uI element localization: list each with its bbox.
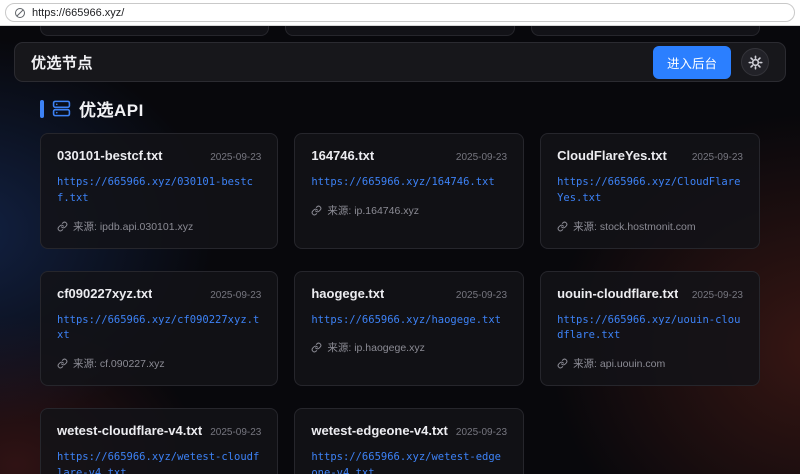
header-actions: 进入后台 — [653, 46, 769, 79]
api-file-card: wetest-edgeone-v4.txt 2025-09-23 https:/… — [294, 408, 524, 474]
file-date: 2025-09-23 — [692, 290, 743, 301]
api-file-card: uouin-cloudflare.txt 2025-09-23 https://… — [540, 271, 760, 387]
partial-card — [285, 26, 514, 36]
file-date: 2025-09-23 — [210, 427, 261, 438]
api-card-grid: 030101-bestcf.txt 2025-09-23 https://665… — [0, 121, 800, 474]
settings-button[interactable] — [741, 48, 769, 76]
card-source: 来源: api.uouin.com — [557, 356, 743, 371]
card-head: CloudFlareYes.txt 2025-09-23 — [557, 148, 743, 163]
file-name: wetest-edgeone-v4.txt — [311, 423, 448, 438]
page-title: 优选节点 — [31, 52, 93, 73]
page-header: 优选节点 进入后台 — [14, 42, 786, 82]
link-icon — [557, 221, 568, 232]
card-head: 164746.txt 2025-09-23 — [311, 148, 507, 163]
file-name: uouin-cloudflare.txt — [557, 286, 678, 301]
file-source: 来源: ip.164746.xyz — [327, 203, 419, 218]
file-name: 030101-bestcf.txt — [57, 148, 163, 163]
file-source: 来源: api.uouin.com — [573, 356, 665, 371]
server-stack-icon — [52, 99, 71, 118]
file-url-link[interactable]: https://665966.xyz/haogege.txt — [311, 313, 507, 329]
file-url-link[interactable]: https://665966.xyz/wetest-edgeone-v4.txt — [311, 450, 507, 474]
card-head: cf090227xyz.txt 2025-09-23 — [57, 286, 261, 301]
page-body: 优选节点 进入后台 — [0, 26, 800, 474]
file-url-link[interactable]: https://665966.xyz/164746.txt — [311, 175, 507, 191]
file-date: 2025-09-23 — [456, 290, 507, 301]
card-head: haogege.txt 2025-09-23 — [311, 286, 507, 301]
card-head: uouin-cloudflare.txt 2025-09-23 — [557, 286, 743, 301]
file-url-link[interactable]: https://665966.xyz/030101-bestcf.txt — [57, 175, 261, 207]
card-source: 来源: ipdb.api.030101.xyz — [57, 219, 261, 234]
file-url-link[interactable]: https://665966.xyz/CloudFlareYes.txt — [557, 175, 743, 207]
partial-card-row — [0, 26, 800, 36]
file-name: 164746.txt — [311, 148, 374, 163]
link-icon — [557, 358, 568, 369]
file-name: wetest-cloudflare-v4.txt — [57, 423, 202, 438]
partial-card — [40, 26, 269, 36]
file-url-link[interactable]: https://665966.xyz/uouin-cloudflare.txt — [557, 313, 743, 345]
link-icon — [311, 205, 322, 216]
card-source: 来源: stock.hostmonit.com — [557, 219, 743, 234]
file-date: 2025-09-23 — [456, 152, 507, 163]
site-info-icon[interactable] — [14, 7, 26, 19]
api-file-card: 164746.txt 2025-09-23 https://665966.xyz… — [294, 133, 524, 249]
url-text: https://665966.xyz/ — [32, 7, 124, 19]
file-date: 2025-09-23 — [456, 427, 507, 438]
file-source: 来源: stock.hostmonit.com — [573, 219, 696, 234]
card-source: 来源: ip.haogege.xyz — [311, 340, 507, 355]
file-date: 2025-09-23 — [692, 152, 743, 163]
api-file-card: CloudFlareYes.txt 2025-09-23 https://665… — [540, 133, 760, 249]
api-file-card: cf090227xyz.txt 2025-09-23 https://66596… — [40, 271, 278, 387]
section-title: 优选API — [79, 96, 144, 121]
enter-admin-button[interactable]: 进入后台 — [653, 46, 731, 79]
gear-icon — [748, 55, 763, 70]
browser-chrome: https://665966.xyz/ — [0, 0, 800, 26]
card-head: wetest-cloudflare-v4.txt 2025-09-23 — [57, 423, 261, 438]
file-source: 来源: ip.haogege.xyz — [327, 340, 424, 355]
card-source: 来源: cf.090227.xyz — [57, 356, 261, 371]
link-icon — [57, 358, 68, 369]
link-icon — [57, 221, 68, 232]
file-url-link[interactable]: https://665966.xyz/wetest-cloudflare-v4.… — [57, 450, 261, 474]
file-url-link[interactable]: https://665966.xyz/cf090227xyz.txt — [57, 313, 261, 345]
file-date: 2025-09-23 — [210, 290, 261, 301]
api-file-card: haogege.txt 2025-09-23 https://665966.xy… — [294, 271, 524, 387]
api-file-card: wetest-cloudflare-v4.txt 2025-09-23 http… — [40, 408, 278, 474]
api-file-card: 030101-bestcf.txt 2025-09-23 https://665… — [40, 133, 278, 249]
address-bar[interactable]: https://665966.xyz/ — [5, 3, 795, 22]
card-head: wetest-edgeone-v4.txt 2025-09-23 — [311, 423, 507, 438]
card-source: 来源: ip.164746.xyz — [311, 203, 507, 218]
file-name: cf090227xyz.txt — [57, 286, 152, 301]
file-source: 来源: cf.090227.xyz — [73, 356, 165, 371]
file-name: haogege.txt — [311, 286, 384, 301]
file-source: 来源: ipdb.api.030101.xyz — [73, 219, 193, 234]
partial-card — [531, 26, 760, 36]
file-date: 2025-09-23 — [210, 152, 261, 163]
file-name: CloudFlareYes.txt — [557, 148, 667, 163]
section-heading: 优选API — [0, 96, 800, 121]
accent-bar — [40, 100, 44, 118]
card-head: 030101-bestcf.txt 2025-09-23 — [57, 148, 261, 163]
link-icon — [311, 342, 322, 353]
